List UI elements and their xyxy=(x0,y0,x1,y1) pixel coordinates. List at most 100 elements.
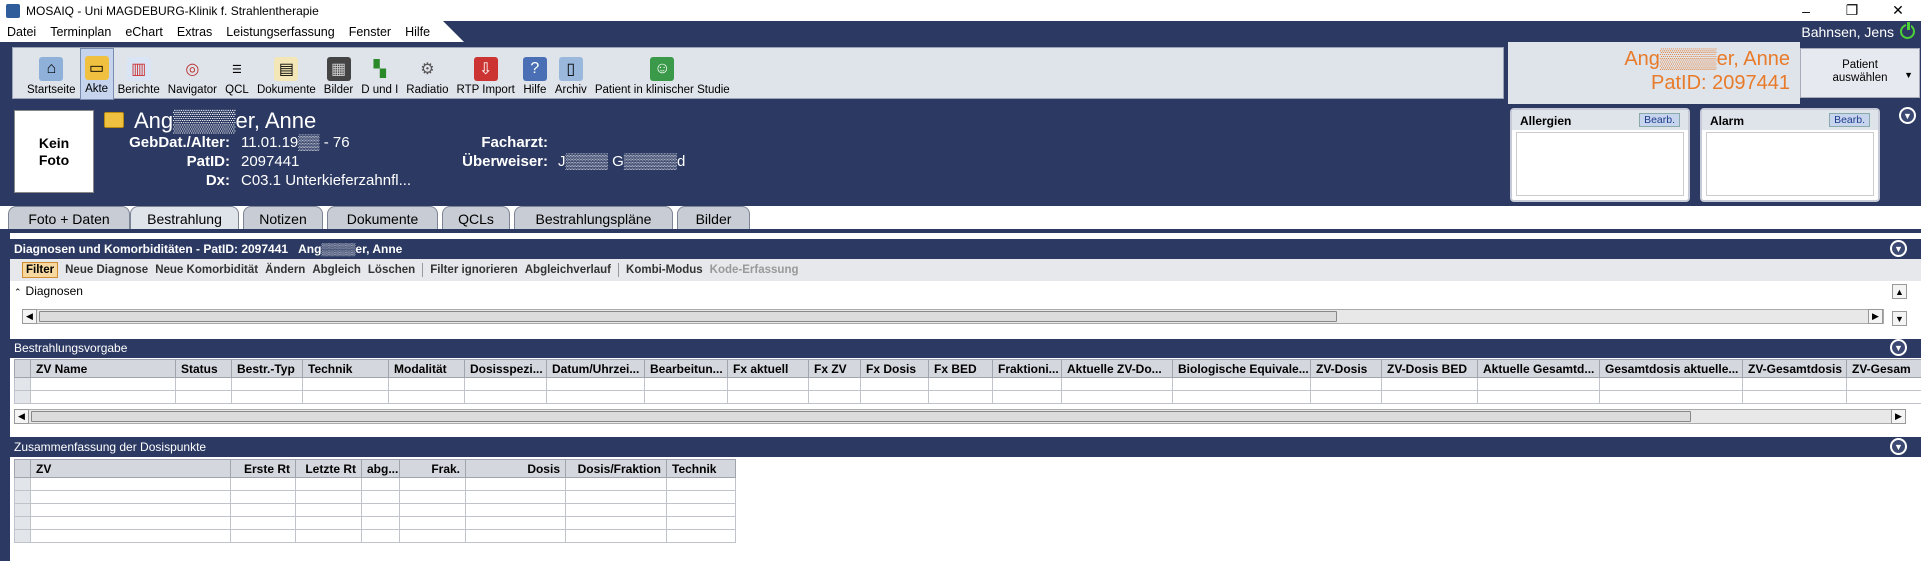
patient-select-button[interactable]: Patient auswählen ▼ xyxy=(1800,48,1920,98)
toolbar-qcl-button[interactable]: ☰ QCL xyxy=(221,48,253,100)
scroll-thumb[interactable] xyxy=(39,311,1337,322)
scroll-left-button[interactable]: ◀ xyxy=(22,309,37,324)
reconcile-history-button[interactable]: Abgleichverlauf xyxy=(525,264,611,276)
col-header[interactable]: abg... xyxy=(361,459,400,478)
col-header[interactable]: ZV xyxy=(30,459,231,478)
toolbar-dokumente-button[interactable]: ▤ Dokumente xyxy=(253,48,320,100)
menu-echart[interactable]: eChart xyxy=(118,25,170,39)
toolbar-bilder-button[interactable]: ▦ Bilder xyxy=(320,48,357,100)
scroll-right-button[interactable]: ▶ xyxy=(1868,309,1883,324)
col-header[interactable]: Aktuelle Gesamtd... xyxy=(1477,359,1600,378)
table-row[interactable] xyxy=(14,490,736,504)
allergies-edit-button[interactable]: Bearb. xyxy=(1639,113,1680,127)
col-header[interactable]: Fraktioni... xyxy=(992,359,1062,378)
new-comorbidity-button[interactable]: Neue Komorbidität xyxy=(155,264,258,276)
col-header[interactable]: ZV-Dosis BED xyxy=(1381,359,1478,378)
col-header[interactable]: Datum/Uhrzei... xyxy=(546,359,645,378)
col-header[interactable]: Dosisspezi... xyxy=(464,359,547,378)
col-header[interactable]: ZV-Dosis xyxy=(1310,359,1382,378)
col-header[interactable]: Bestr.-Typ xyxy=(231,359,303,378)
toolbar-d-und-i-button[interactable]: ▚ D und I xyxy=(357,48,402,100)
col-header[interactable]: Biologische Equivale... xyxy=(1172,359,1311,378)
col-header[interactable]: Fx ZV xyxy=(808,359,861,378)
toolbar-hilfe-button[interactable]: ? Hilfe xyxy=(519,48,551,100)
close-button[interactable]: ✕ xyxy=(1875,0,1921,21)
tab-bestrahlung[interactable]: Bestrahlung xyxy=(130,206,239,230)
col-header[interactable]: Status xyxy=(175,359,232,378)
menu-hilfe[interactable]: Hilfe xyxy=(398,25,437,39)
minimize-button[interactable]: – xyxy=(1783,0,1829,21)
header-collapse-icon[interactable]: ▼ xyxy=(1899,107,1916,124)
alarm-edit-button[interactable]: Bearb. xyxy=(1829,113,1870,127)
toolbar-radiatio-button[interactable]: ⚙ Radiatio xyxy=(402,48,452,100)
dosis-collapse-icon[interactable]: ▼ xyxy=(1890,438,1907,455)
toolbar-startseite-button[interactable]: ⌂ Startseite xyxy=(23,48,80,100)
col-header[interactable]: Aktuelle ZV-Do... xyxy=(1061,359,1173,378)
col-header[interactable]: Technik xyxy=(302,359,389,378)
table-row[interactable] xyxy=(14,516,736,530)
table-row[interactable] xyxy=(14,529,736,543)
menu-leistungserfassung[interactable]: Leistungserfassung xyxy=(219,25,341,39)
scroll-left-button[interactable]: ◀ xyxy=(14,409,29,424)
col-header[interactable]: Fx BED xyxy=(928,359,993,378)
toolbar-berichte-button[interactable]: ▥ Berichte xyxy=(114,48,164,100)
code-entry-button[interactable]: Kode-Erfassung xyxy=(710,264,799,276)
reconcile-button[interactable]: Abgleich xyxy=(312,264,361,276)
table-row[interactable] xyxy=(14,377,1921,391)
tab-qcls[interactable]: QCLs xyxy=(442,206,510,230)
checklist-icon: ☰ xyxy=(232,63,242,76)
tab-bilder[interactable]: Bilder xyxy=(677,206,750,230)
scroll-up-button[interactable]: ▲ xyxy=(1892,284,1907,299)
scroll-down-button[interactable]: ▼ xyxy=(1892,311,1907,326)
tab-foto-daten[interactable]: Foto + Daten xyxy=(8,206,130,230)
table-row[interactable] xyxy=(14,477,736,491)
delete-button[interactable]: Löschen xyxy=(368,264,415,276)
home-icon: ⌂ xyxy=(39,57,64,81)
new-diagnosis-button[interactable]: Neue Diagnose xyxy=(65,264,148,276)
col-header[interactable]: Fx aktuell xyxy=(727,359,809,378)
main-toolbar: ⌂ Startseite ▭ Akte ▥ Berichte ◎ Navigator ☰… xyxy=(12,47,1504,100)
col-header[interactable]: ZV-Gesamtdosis xyxy=(1742,359,1847,378)
toolbar-akte-button[interactable]: ▭ Akte xyxy=(79,48,114,100)
scroll-right-button[interactable]: ▶ xyxy=(1891,409,1906,424)
col-header[interactable]: Gesamtdosis aktuelle... xyxy=(1599,359,1743,378)
col-header[interactable]: Frak. xyxy=(399,459,466,478)
menu-extras[interactable]: Extras xyxy=(170,25,219,39)
menu-datei[interactable]: Datei xyxy=(0,25,43,39)
vorgabe-collapse-icon[interactable]: ▼ xyxy=(1890,339,1907,356)
col-header[interactable]: Bearbeitun... xyxy=(644,359,728,378)
table-row[interactable] xyxy=(14,503,736,517)
diagnosen-hscroll[interactable] xyxy=(22,309,1884,324)
row-selector-header xyxy=(14,459,31,478)
col-header[interactable]: ZV-Gesam xyxy=(1846,359,1921,378)
diagnosen-collapse-icon[interactable]: ▼ xyxy=(1890,240,1907,257)
patient-folder-icon[interactable] xyxy=(104,112,124,128)
combo-mode-button[interactable]: Kombi-Modus xyxy=(626,264,703,276)
col-header[interactable]: Dosis/Fraktion xyxy=(565,459,667,478)
menu-fenster[interactable]: Fenster xyxy=(342,25,398,39)
tab-bestrahlungsplaene[interactable]: Bestrahlungspläne xyxy=(514,206,673,230)
section-collapse-icon[interactable]: ⌃ xyxy=(14,287,22,297)
toolbar-navigator-button[interactable]: ◎ Navigator xyxy=(164,48,221,100)
tab-dokumente[interactable]: Dokumente xyxy=(327,206,438,230)
filter-button[interactable]: Filter xyxy=(22,262,59,278)
toolbar-rtp-import-button[interactable]: ⇩ RTP Import xyxy=(452,48,518,100)
vorgabe-hscroll[interactable] xyxy=(14,409,1906,424)
edit-button[interactable]: Ändern xyxy=(265,264,305,276)
col-header[interactable]: ZV Name xyxy=(30,359,176,378)
col-header[interactable]: Erste Rt xyxy=(230,459,296,478)
col-header[interactable]: Fx Dosis xyxy=(860,359,929,378)
col-header[interactable]: Dosis xyxy=(465,459,566,478)
table-row[interactable] xyxy=(14,390,1921,404)
toolbar-klinische-studie-button[interactable]: ☺ Patient in klinischer Studie xyxy=(591,48,734,100)
col-header[interactable]: Technik xyxy=(666,459,736,478)
menu-terminplan[interactable]: Terminplan xyxy=(43,25,118,39)
maximize-button[interactable]: ❐ xyxy=(1829,0,1875,21)
ignore-filter-button[interactable]: Filter ignorieren xyxy=(430,264,518,276)
scroll-thumb[interactable] xyxy=(31,411,1691,422)
logout-icon[interactable] xyxy=(1900,21,1915,39)
tab-notizen[interactable]: Notizen xyxy=(243,206,323,230)
col-header[interactable]: Modalität xyxy=(388,359,465,378)
toolbar-archiv-button[interactable]: ▯ Archiv xyxy=(551,48,591,100)
col-header[interactable]: Letzte Rt xyxy=(295,459,362,478)
